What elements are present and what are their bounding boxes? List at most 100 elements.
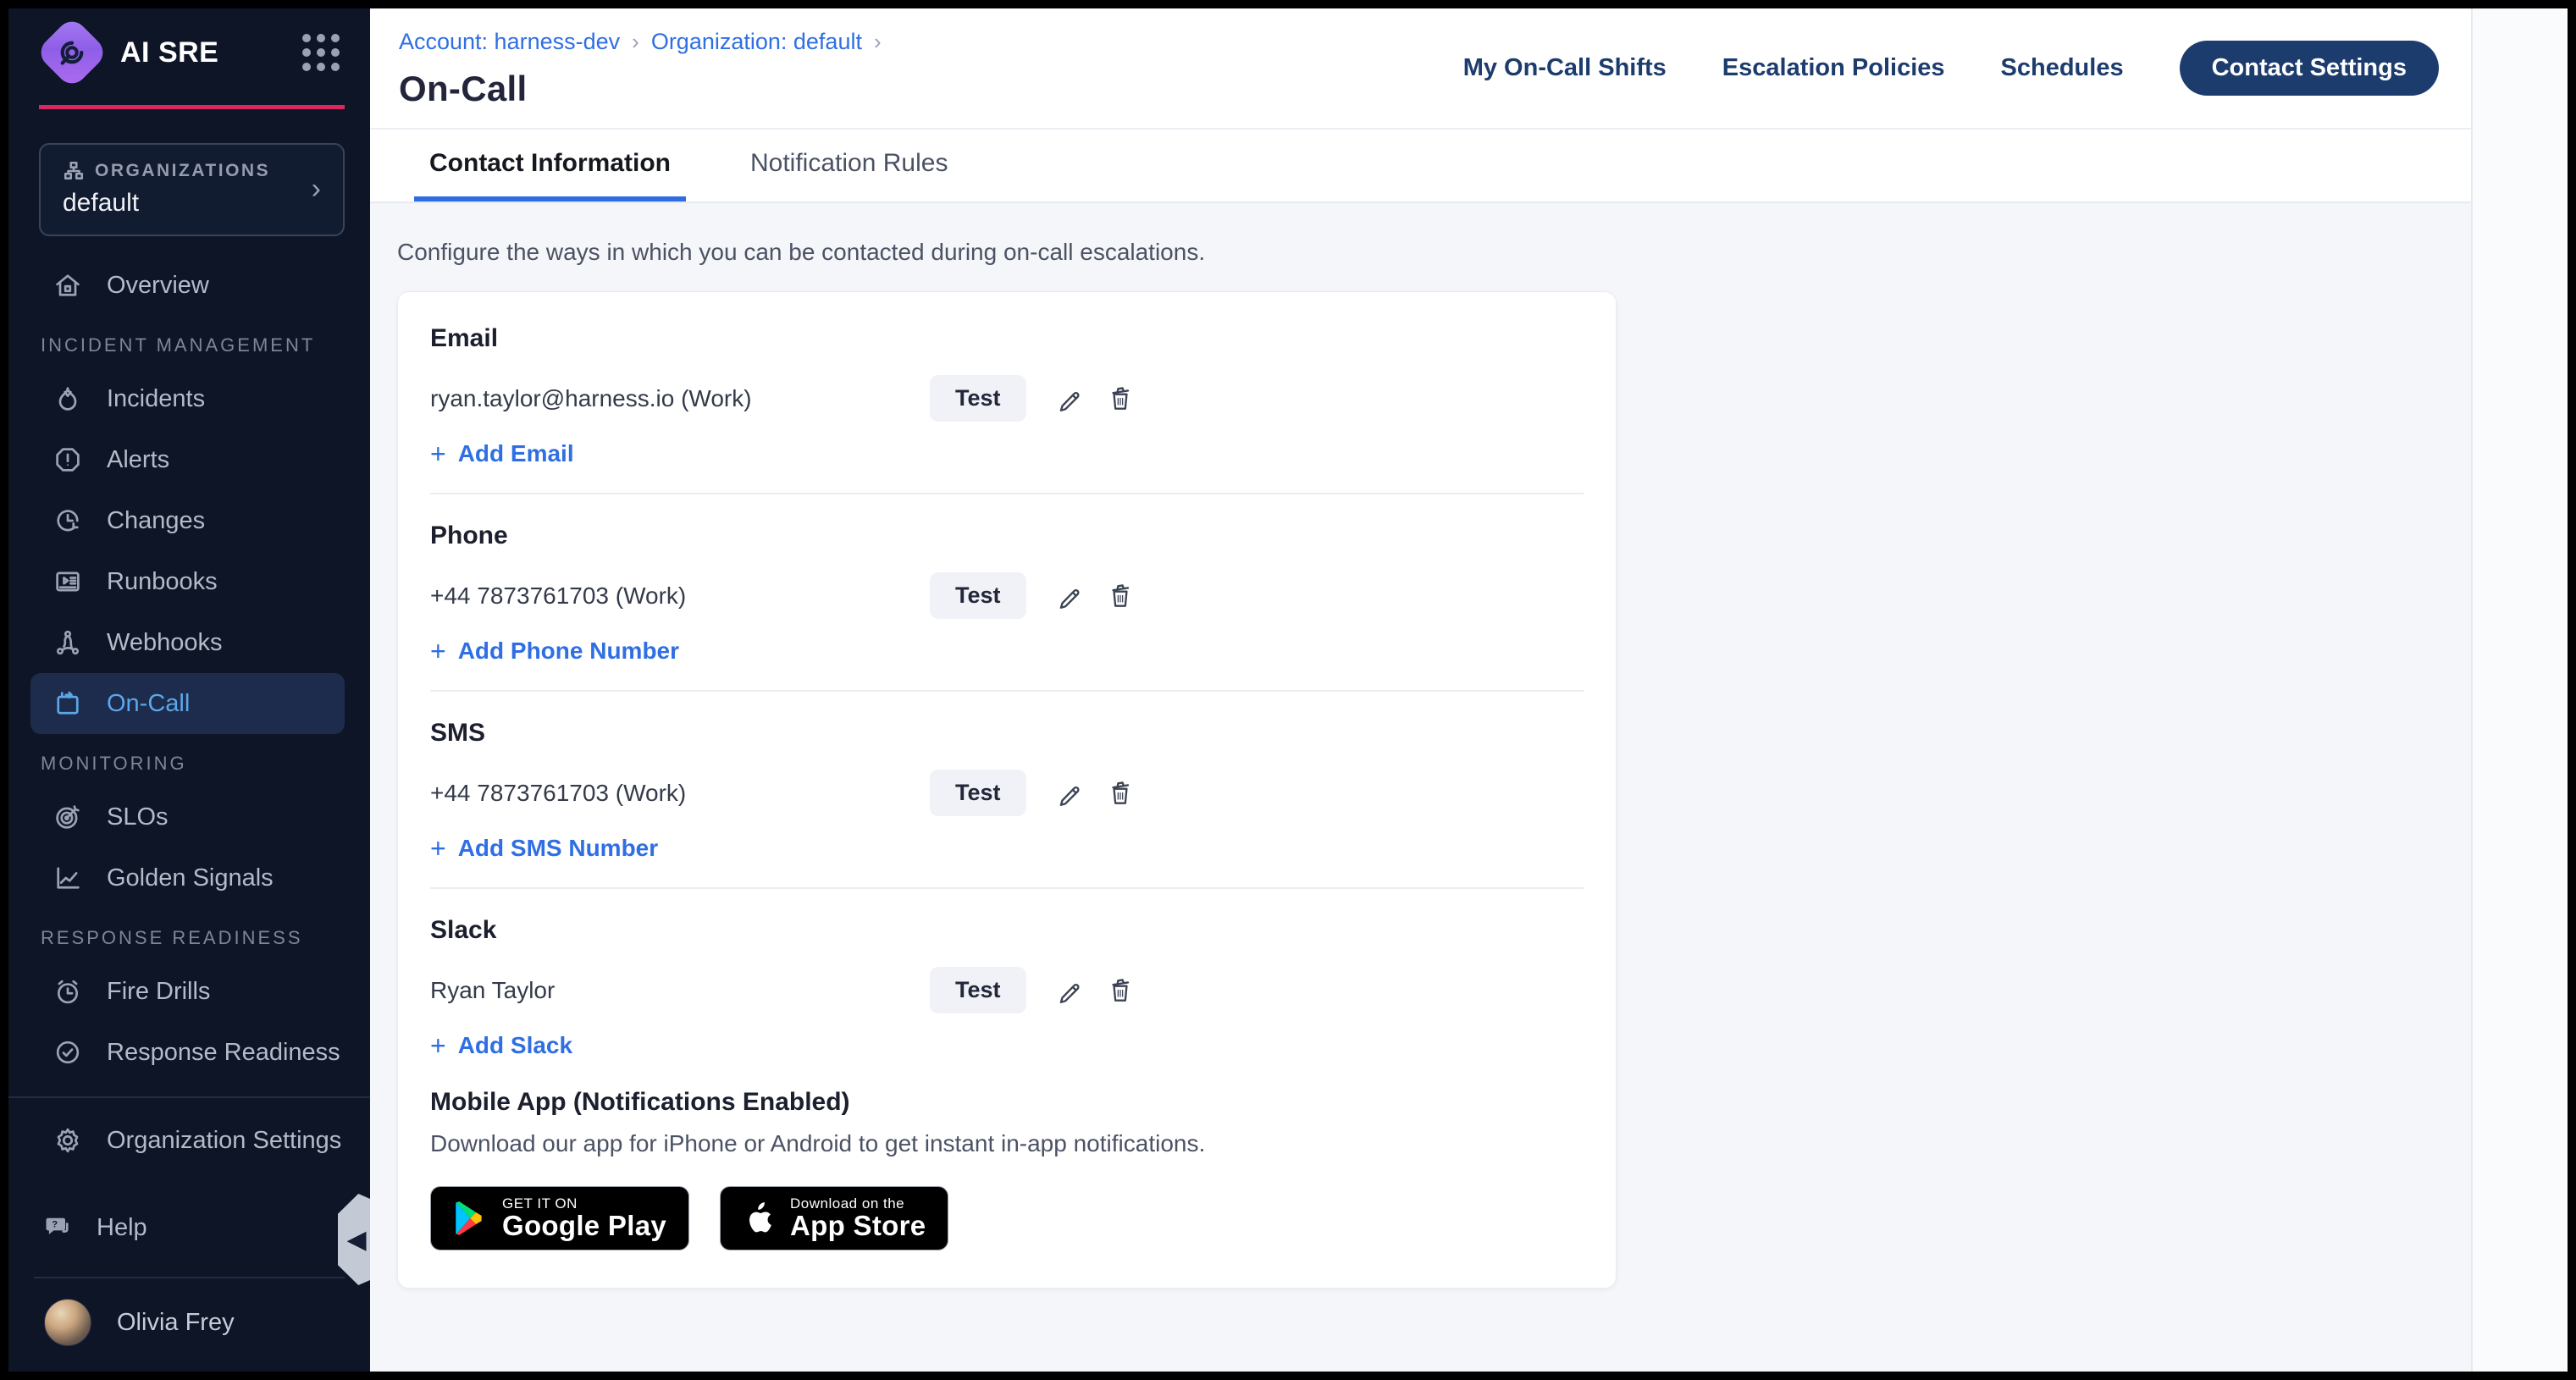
test-email-button[interactable]: Test [930,375,1026,422]
sidebar-item-changes[interactable]: Changes [30,490,345,551]
content-area: Configure the ways in which you can be c… [370,203,2471,1372]
edit-sms-button[interactable] [1050,774,1089,813]
edit-slack-button[interactable] [1050,971,1089,1010]
chevron-right-icon: › [632,29,639,55]
sidebar-item-label: On-Call [107,690,190,718]
add-sms-link[interactable]: + Add SMS Number [430,835,658,862]
delete-slack-button[interactable] [1101,971,1140,1010]
sidebar-item-organization-settings[interactable]: Organization Settings [30,1110,345,1171]
slack-value: Ryan Taylor [430,977,930,1004]
phone-section: Phone +44 7873761703 (Work) Test [430,522,1584,692]
content-description: Configure the ways in which you can be c… [397,239,2471,266]
add-sms-label: Add SMS Number [458,835,658,862]
edit-email-button[interactable] [1050,379,1089,418]
section-title-slack: Slack [430,916,1584,945]
sidebar-item-label: Response Readiness [107,1039,340,1067]
contact-row-slack: Ryan Taylor Test [430,967,1584,1013]
sidebar-item-slos[interactable]: SLOs [30,787,345,847]
scrollbar-gutter[interactable] [2471,8,2568,1372]
sidebar-nav: Overview INCIDENT MANAGEMENT Incidents A… [8,255,370,1171]
sidebar-item-webhooks[interactable]: Webhooks [30,612,345,673]
chevron-right-icon: › [874,29,882,55]
nav-schedules[interactable]: Schedules [2001,54,2124,82]
add-slack-label: Add Slack [458,1032,572,1059]
sidebar-item-help[interactable]: ? Help [20,1197,345,1258]
breadcrumb-organization-link[interactable]: Organization: default [651,29,862,55]
sidebar-item-fire-drills[interactable]: Fire Drills [30,961,345,1022]
app-store-badge[interactable]: Download on the App Store [720,1186,948,1250]
page-header: Account: harness-dev › Organization: def… [370,8,2471,130]
home-icon [53,270,83,301]
breadcrumb: Account: harness-dev › Organization: def… [399,29,882,55]
google-play-icon [453,1201,485,1236]
sidebar-item-label: Golden Signals [107,864,274,892]
sidebar-item-label: Webhooks [107,629,223,657]
sidebar-item-runbooks[interactable]: Runbooks [30,551,345,612]
nav-contact-settings-button[interactable]: Contact Settings [2180,41,2439,96]
alarm-clock-icon [53,976,83,1007]
test-sms-button[interactable]: Test [930,770,1026,816]
delete-email-button[interactable] [1101,379,1140,418]
edit-phone-button[interactable] [1050,577,1089,615]
chevron-right-icon: › [312,174,321,203]
nav-section-monitoring: MONITORING [8,753,370,775]
breadcrumb-account-link[interactable]: Account: harness-dev [399,29,620,55]
badge-line1: GET IT ON [502,1196,666,1212]
plus-icon: + [430,1032,446,1059]
line-chart-icon [53,863,83,893]
add-email-link[interactable]: + Add Email [430,440,574,467]
contact-row-sms: +44 7873761703 (Work) Test [430,770,1584,816]
nav-section-response-readiness: RESPONSE READINESS [8,927,370,949]
add-email-label: Add Email [458,440,574,467]
trash-icon [1106,779,1135,808]
add-slack-link[interactable]: + Add Slack [430,1032,572,1059]
test-slack-button[interactable]: Test [930,967,1026,1013]
user-profile[interactable]: Olivia Frey [8,1278,370,1372]
trash-icon [1106,582,1135,610]
section-divider [430,493,1584,494]
google-play-badge[interactable]: GET IT ON Google Play [430,1186,689,1250]
delete-sms-button[interactable] [1101,774,1140,813]
sidebar-item-label: Alerts [107,446,169,474]
organization-selector-text: ORGANIZATIONS default [63,160,312,218]
sidebar-item-incidents[interactable]: Incidents [30,368,345,429]
org-hierarchy-icon [63,160,85,182]
mobile-app-section: Mobile App (Notifications Enabled) Downl… [430,1088,1584,1250]
app-switcher-grid-icon[interactable] [302,34,340,71]
nav-my-on-call-shifts[interactable]: My On-Call Shifts [1463,54,1667,82]
sidebar-item-label: Runbooks [107,568,218,596]
sidebar-item-overview[interactable]: Overview [30,255,345,316]
delete-phone-button[interactable] [1101,577,1140,615]
pencil-icon [1055,779,1084,808]
org-selector-value: default [63,189,312,218]
test-phone-button[interactable]: Test [930,572,1026,619]
sidebar-item-response-readiness[interactable]: Response Readiness [30,1022,345,1083]
sidebar-item-on-call[interactable]: On-Call [30,673,345,734]
sidebar: AI SRE ORGANIZATIONS default › [8,8,370,1372]
contact-row-email: ryan.taylor@harness.io (Work) Test [430,375,1584,422]
help-chat-icon: ? [42,1212,73,1243]
runbook-icon [53,566,83,597]
plus-icon: + [430,440,446,467]
page-title: On-Call [399,69,882,109]
sidebar-item-label: Fire Drills [107,978,210,1006]
tab-notification-rules[interactable]: Notification Rules [735,130,963,201]
slack-section: Slack Ryan Taylor Test [430,916,1584,1059]
sms-section: SMS +44 7873761703 (Work) Test [430,719,1584,889]
header-nav: My On-Call Shifts Escalation Policies Sc… [1463,8,2439,128]
phone-value: +44 7873761703 (Work) [430,582,930,610]
nav-escalation-policies[interactable]: Escalation Policies [1722,54,1945,82]
sidebar-item-label: Incidents [107,385,205,413]
mobile-app-title: Mobile App (Notifications Enabled) [430,1088,1584,1117]
add-phone-link[interactable]: + Add Phone Number [430,638,679,665]
calendar-icon [53,688,83,719]
trash-icon [1106,384,1135,413]
sidebar-item-alerts[interactable]: Alerts [30,429,345,490]
tab-bar: Contact Information Notification Rules [370,130,2471,203]
sidebar-footer: ? Help Olivia Frey [8,1197,370,1372]
collapse-left-icon: ◀ [346,1225,366,1255]
tab-contact-information[interactable]: Contact Information [414,130,686,201]
section-title-phone: Phone [430,522,1584,550]
organization-selector[interactable]: ORGANIZATIONS default › [39,143,345,236]
sidebar-item-golden-signals[interactable]: Golden Signals [30,847,345,908]
